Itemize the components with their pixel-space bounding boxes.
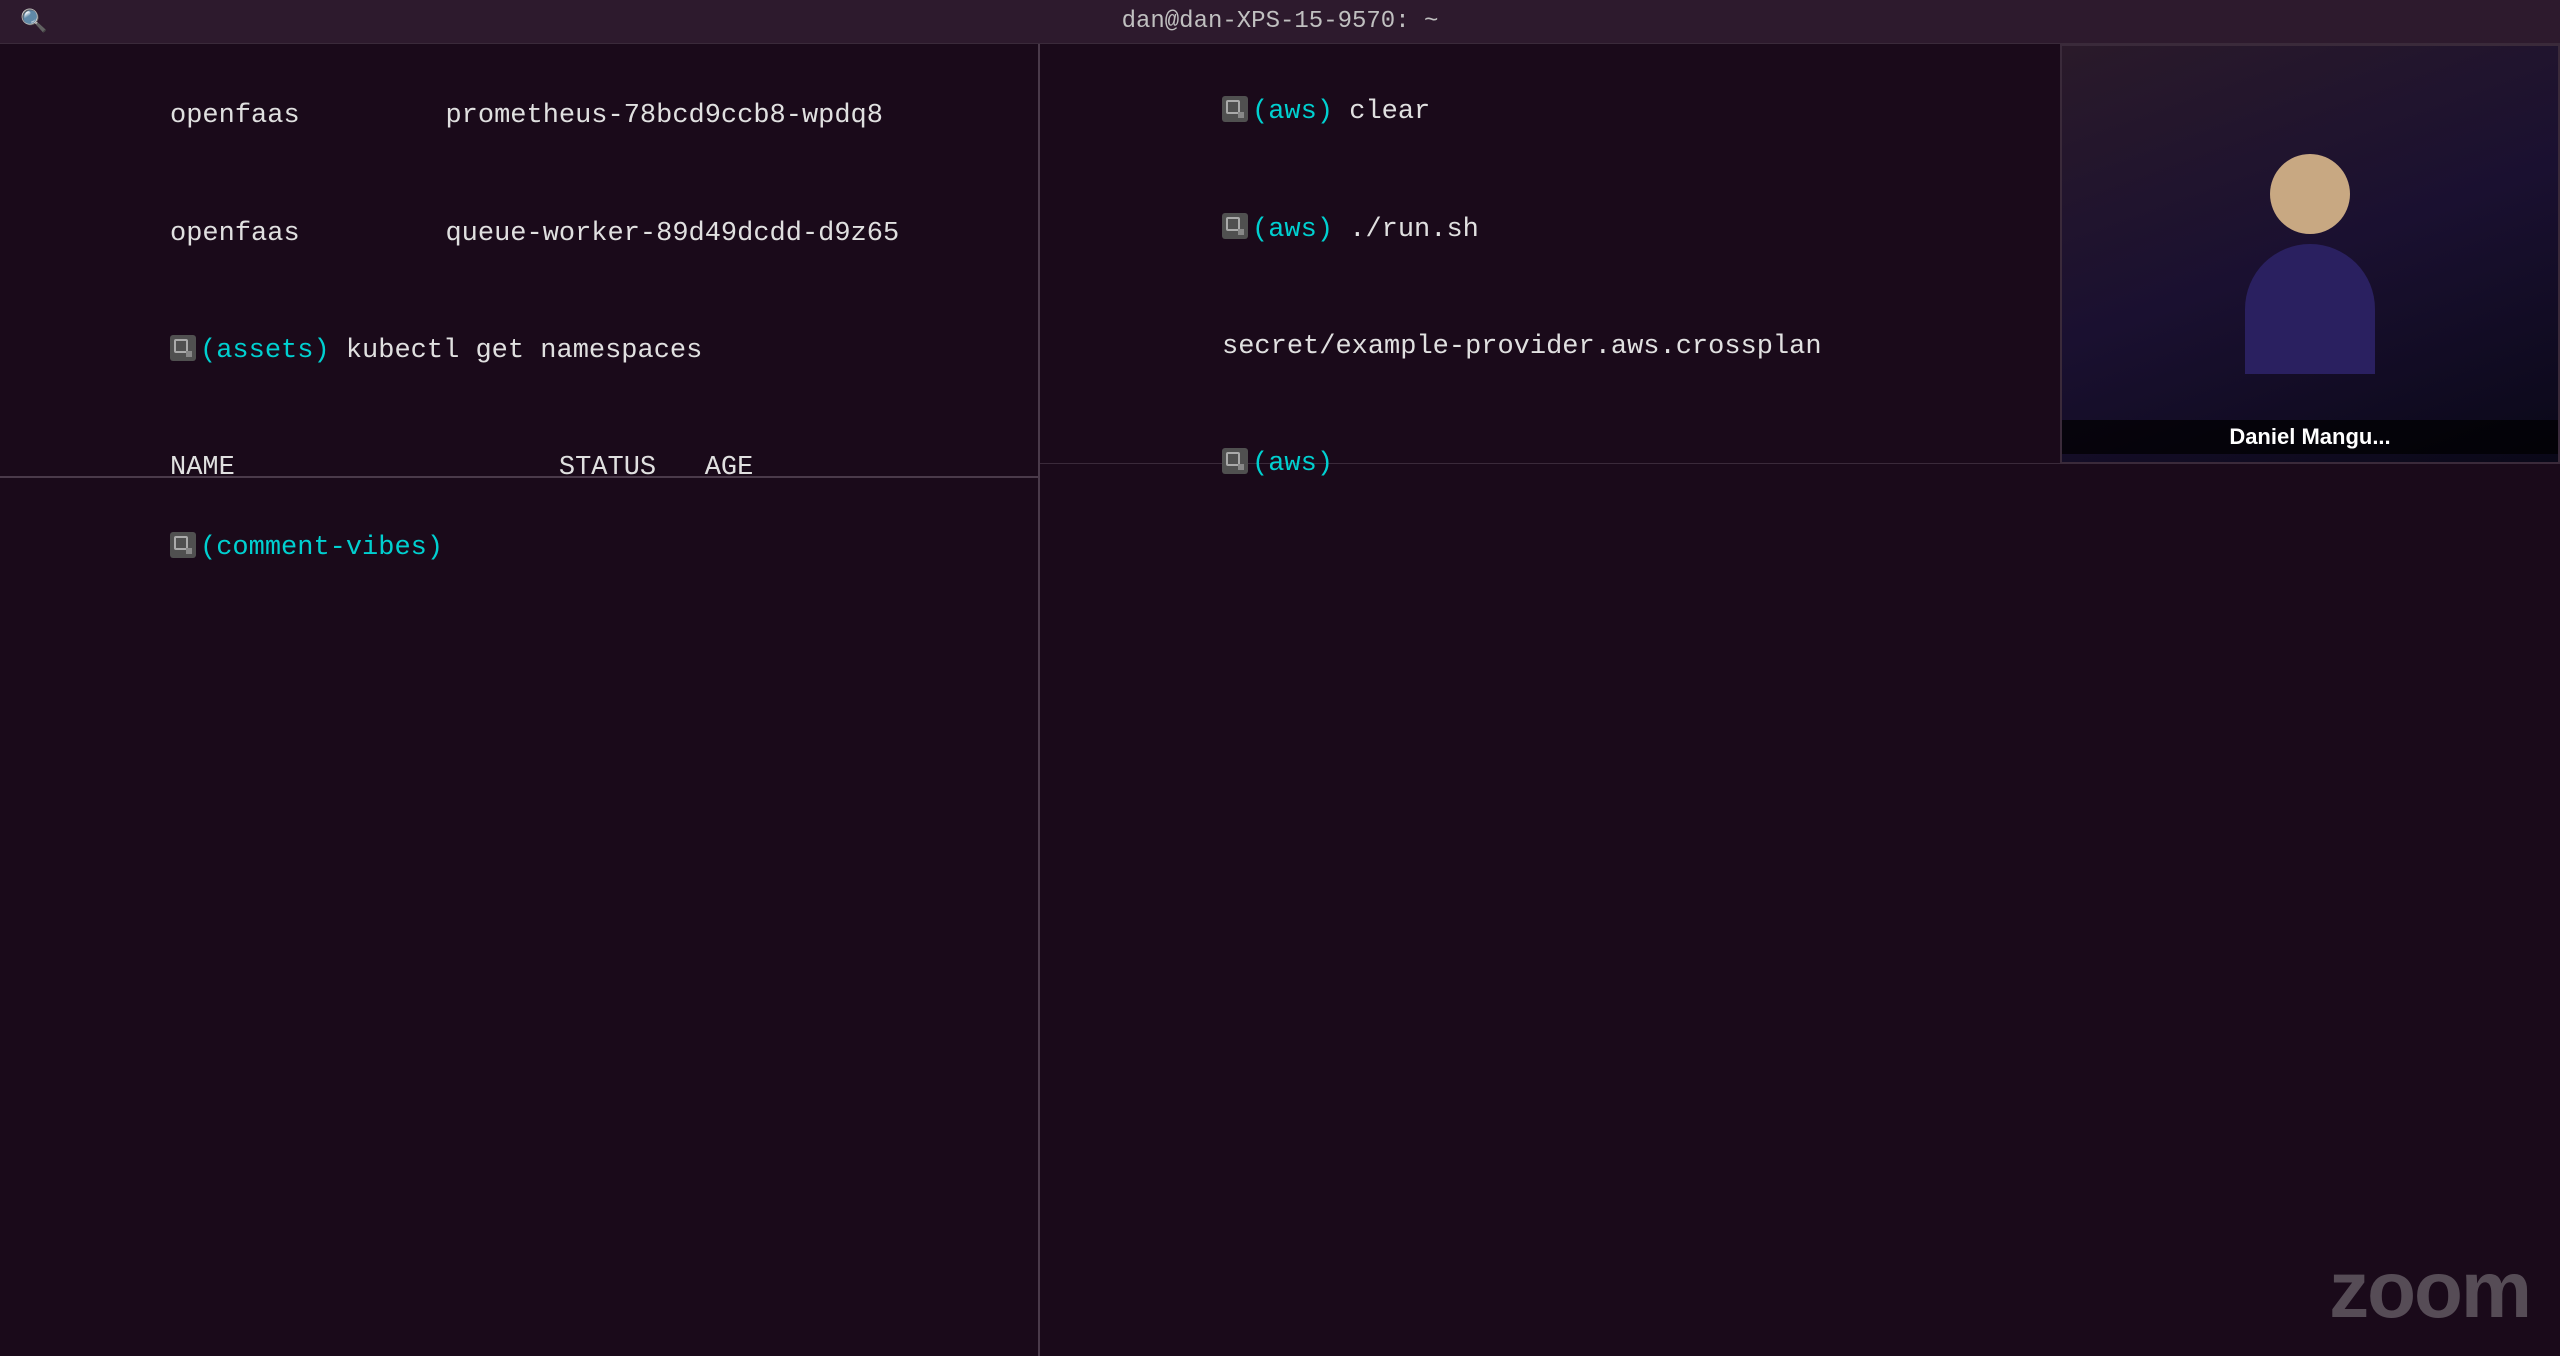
video-panel: Daniel Mangu...: [2060, 44, 2560, 464]
search-icon: 🔍: [20, 9, 47, 35]
table-row: openfaas prometheus-78bcd9ccb8-wpdq8 0/1…: [8, 58, 1030, 175]
video-avatar: [2062, 46, 2558, 462]
titlebar: 🔍 dan@dan-XPS-15-9570: ~: [0, 0, 2560, 44]
person-name-label: Daniel Mangu...: [2062, 420, 2558, 454]
terminal-icon: [1222, 213, 1248, 239]
person-silhouette: [2240, 154, 2380, 354]
terminal-output-top: openfaas prometheus-78bcd9ccb8-wpdq8 0/1…: [0, 52, 1038, 478]
left-top-section: openfaas prometheus-78bcd9ccb8-wpdq8 0/1…: [0, 48, 1038, 478]
left-bottom-section: (comment-vibes): [0, 478, 1038, 1352]
terminal-icon: [170, 532, 196, 558]
zoom-watermark: zoom: [2329, 1244, 2530, 1336]
prompt-line: (assets) kubectl get namespaces: [8, 293, 1030, 410]
left-terminal-pane: openfaas prometheus-78bcd9ccb8-wpdq8 0/1…: [0, 44, 1040, 1356]
window-title: dan@dan-XPS-15-9570: ~: [1122, 8, 1439, 35]
table-header: NAME STATUS AGE: [8, 410, 1030, 478]
person-head: [2270, 154, 2350, 234]
person-body: [2245, 244, 2375, 374]
terminal-output-bottom: (comment-vibes): [0, 484, 1038, 613]
prompt-line: (comment-vibes): [8, 490, 1030, 607]
table-row: openfaas queue-worker-89d49dcdd-d9z65 0/…: [8, 175, 1030, 292]
terminal-icon: [1222, 448, 1248, 474]
terminal-icon: [1222, 96, 1248, 122]
terminal-icon: [170, 335, 196, 361]
